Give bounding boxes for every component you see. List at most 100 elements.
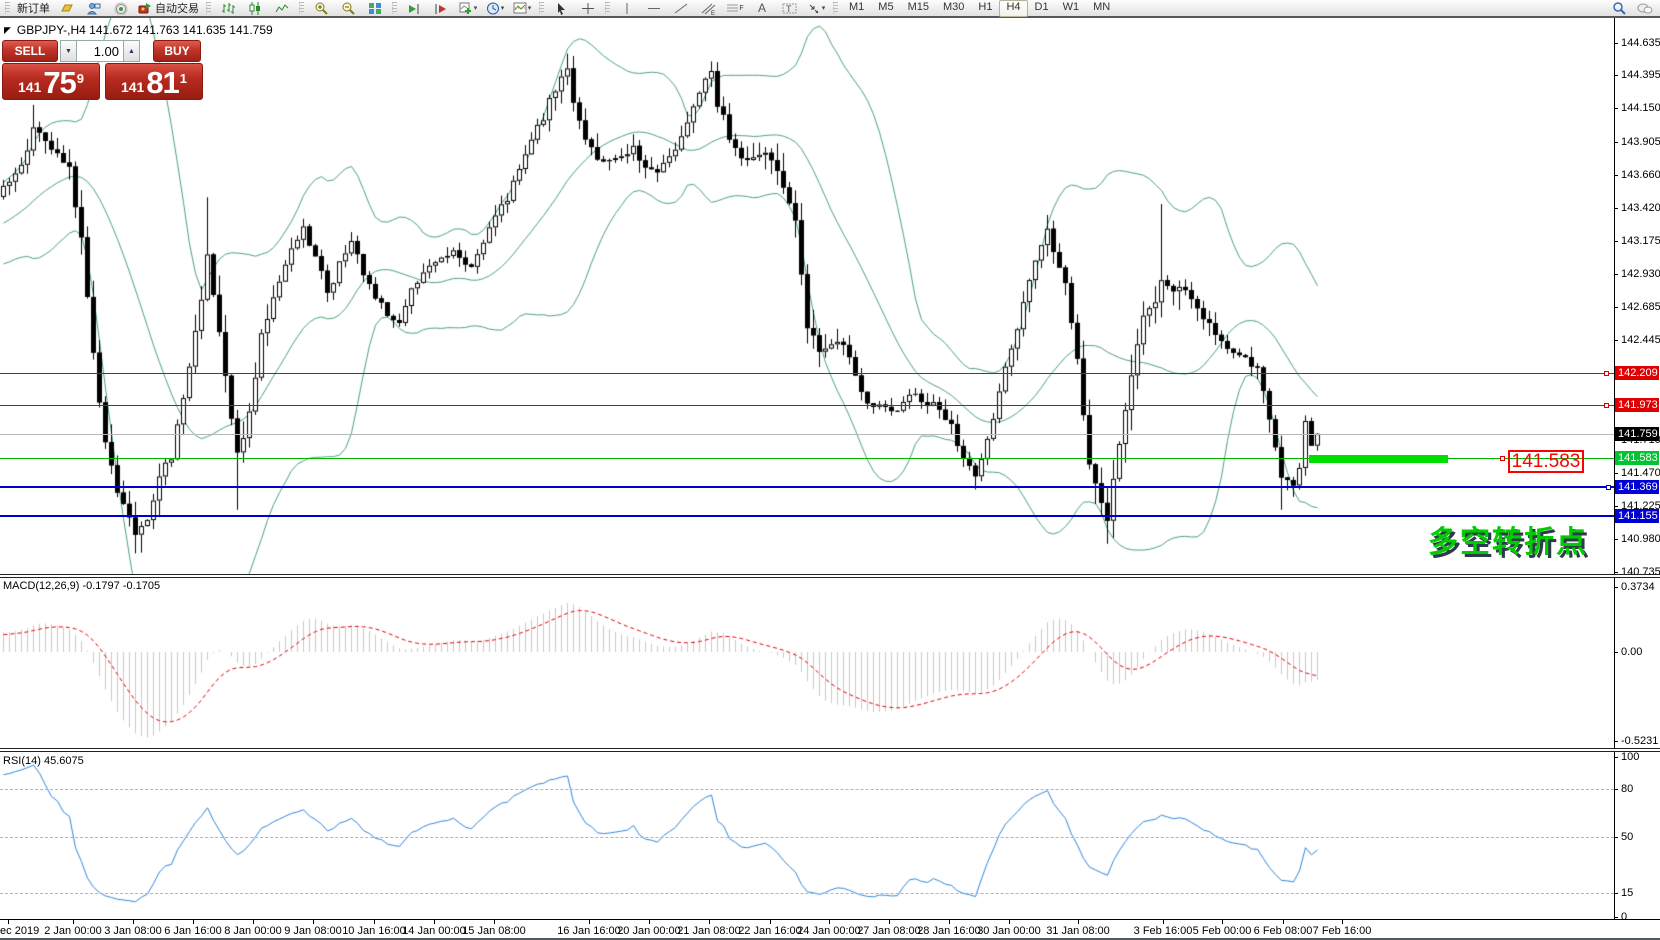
price-tick-label: 142.685 [1621,301,1660,313]
chat-icon[interactable] [1632,0,1658,17]
sell-price-box[interactable]: 141 75 9 [2,63,100,100]
buy-price-pips: 81 [146,69,178,97]
tile-windows-icon[interactable] [362,0,388,17]
rsi-panel-canvas[interactable] [0,753,1614,919]
price-level-line[interactable] [0,515,1614,517]
time-tick-mark [253,920,254,924]
timeframe-h4[interactable]: H4 [999,0,1027,17]
time-tick-mark [434,920,435,924]
time-tick-mark [1342,920,1343,924]
volume-increase-button[interactable]: ▲ [123,40,140,62]
new-order-button[interactable]: 新订单 [14,0,53,17]
sell-price-point: 9 [77,64,84,94]
time-tick-label: 24 Jan 00:00 [797,925,861,937]
timeframe-m15[interactable]: M15 [901,0,936,17]
price-chart-canvas[interactable] [0,18,1614,574]
sell-button[interactable]: SELL [2,40,58,62]
fibonacci-icon[interactable]: F [722,0,748,17]
horizontal-line-icon[interactable] [641,0,667,17]
time-tick-label: 21 Jan 08:00 [677,925,741,937]
indicators-icon[interactable]: ▾ [509,0,535,17]
ingot-icon[interactable] [54,0,80,17]
toolbar-grip[interactable] [206,2,211,14]
support-level-segment[interactable] [1309,455,1448,463]
macd-panel-canvas[interactable] [0,578,1614,748]
line-anchor-handle[interactable] [1606,485,1611,490]
time-tick-label: 30 Jan 00:00 [977,925,1041,937]
new-chart-icon[interactable]: ▾ [455,0,481,17]
line-anchor-handle[interactable] [1500,456,1505,461]
timeframe-h1[interactable]: H1 [971,0,999,17]
line-anchor-handle[interactable] [1604,371,1609,376]
time-tick-label: 2 Jan 00:00 [44,925,102,937]
chart-shift-icon[interactable] [428,0,454,17]
auto-scroll-icon[interactable] [401,0,427,17]
volume-decrease-button[interactable]: ▼ [60,40,77,62]
time-tick-label: 3 Jan 08:00 [104,925,162,937]
zoom-in-icon[interactable] [308,0,334,17]
timeframe-m30[interactable]: M30 [936,0,971,17]
time-tick-label: 30 Dec 2019 [0,925,39,937]
rsi-tick-label: 100 [1621,751,1639,763]
time-tick-label: 8 Jan 00:00 [224,925,282,937]
search-icon[interactable] [1606,0,1632,17]
timeframe-w1[interactable]: W1 [1056,0,1087,17]
zoom-out-icon[interactable] [335,0,361,17]
price-level-line[interactable] [0,405,1614,406]
price-badge: 142.209 [1615,366,1659,380]
buy-price-box[interactable]: 141 81 1 [105,63,203,100]
bar-chart-icon[interactable] [215,0,241,17]
timeframe-d1[interactable]: D1 [1028,0,1056,17]
timeframe-m1[interactable]: M1 [842,0,871,17]
toolbar-grip[interactable] [539,2,544,14]
line-anchor-handle[interactable] [1604,403,1609,408]
cursor-icon[interactable] [548,0,574,17]
time-tick-mark [494,920,495,924]
toolbar-grip[interactable] [5,2,10,14]
chart-title-row: ◤ GBPJPY-,H4 141.672 141.763 141.635 141… [4,23,273,37]
buy-button[interactable]: BUY [153,40,201,62]
volume-input[interactable] [77,40,123,62]
profiles-icon[interactable]: ▾ [482,0,508,17]
publisher-icon[interactable] [81,0,107,17]
autotrade-button[interactable]: 自动交易 [135,0,202,17]
line-chart-icon[interactable] [269,0,295,17]
chevron-down-icon: ▾ [474,4,478,12]
time-tick-mark [829,920,830,924]
price-tick-label: 143.660 [1621,169,1660,181]
signal-icon[interactable] [108,0,134,17]
price-level-line[interactable] [0,486,1614,488]
turning-point-note[interactable]: 多空转折点 [1428,517,1588,561]
trendline-icon[interactable] [668,0,694,17]
price-level-line[interactable] [0,373,1614,374]
price-level-line[interactable] [0,434,1614,435]
toolbar-grip[interactable] [392,2,397,14]
time-tick-label: 10 Jan 16:00 [342,925,406,937]
crosshair-icon[interactable] [575,0,601,17]
time-tick-label: 6 Jan 16:00 [164,925,222,937]
toolbar-grip[interactable] [833,2,838,14]
toolbar-grip[interactable] [299,2,304,14]
svg-text:T: T [786,4,792,14]
label-icon[interactable]: T [776,0,802,17]
time-axis-border [0,919,1660,920]
time-tick-label: 28 Jan 16:00 [917,925,981,937]
macd-panel-divider[interactable] [0,574,1660,578]
arrows-icon[interactable]: ▾ [803,0,829,17]
buy-price-whole: 141 [121,77,144,97]
window-arrow-icon: ◤ [4,25,11,36]
chevron-down-icon: ▾ [822,4,826,12]
rsi-panel-divider[interactable] [0,748,1660,752]
text-icon[interactable]: A [749,0,775,17]
channel-icon[interactable]: E [695,0,721,17]
time-tick-label: 22 Jan 16:00 [738,925,802,937]
price-tick-label: 142.445 [1621,334,1660,346]
toolbar-grip[interactable] [605,2,610,14]
timeframe-m5[interactable]: M5 [871,0,900,17]
time-tick-mark [8,920,9,924]
candlestick-icon[interactable] [242,0,268,17]
timeframe-mn[interactable]: MN [1086,0,1117,17]
time-tick-label: 31 Jan 08:00 [1046,925,1110,937]
vertical-line-icon[interactable] [614,0,640,17]
level-price-label[interactable]: 141.583 [1508,450,1584,473]
